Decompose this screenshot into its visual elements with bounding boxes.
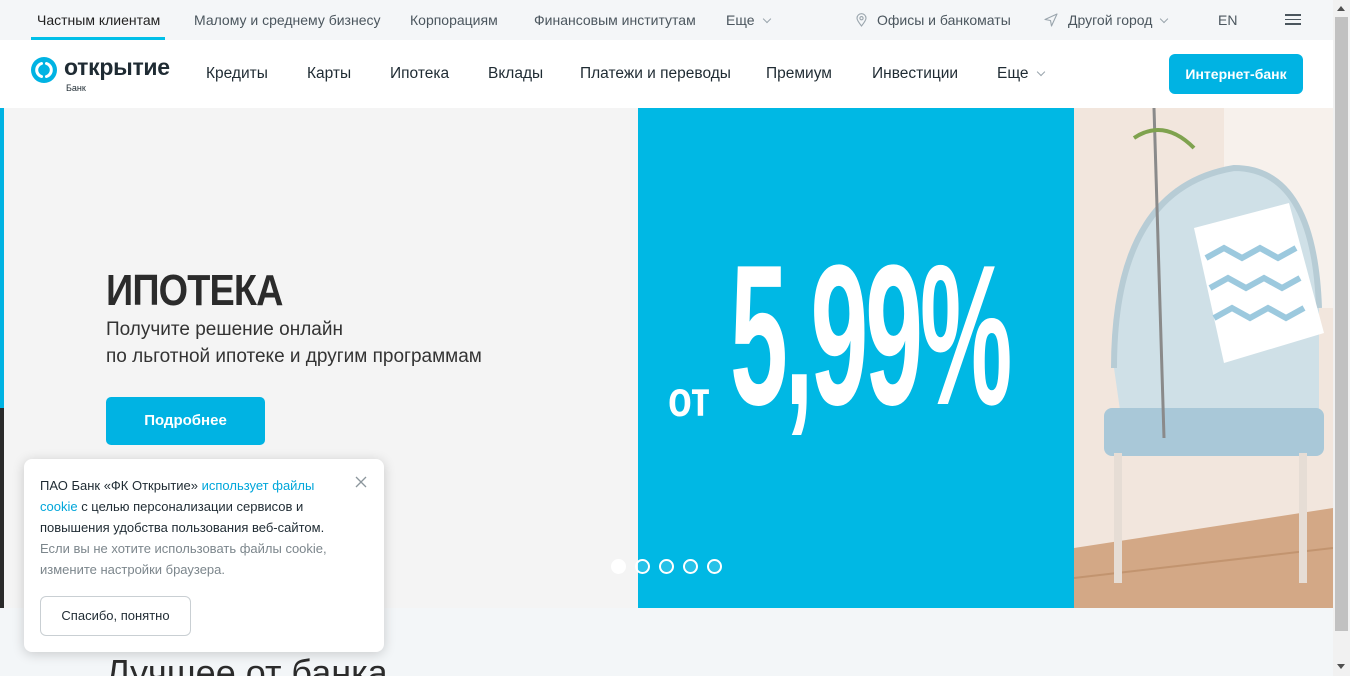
nav-item-premium[interactable]: Премиум: [766, 40, 832, 108]
promo-rate: 5,99%: [730, 224, 1012, 447]
city-selector[interactable]: Другой город: [1044, 0, 1169, 40]
cookie-accept-button[interactable]: Спасибо, понятно: [40, 596, 191, 636]
top-bar: Частным клиентам Малому и среднему бизне…: [0, 0, 1333, 40]
nav-item-deposits[interactable]: Вклады: [488, 40, 543, 108]
segment-financial-institutions[interactable]: Финансовым институтам: [534, 0, 696, 40]
slider-dot[interactable]: [659, 559, 674, 574]
nav-item-investments[interactable]: Инвестиции: [872, 40, 958, 108]
hero-subtitle-line2: по льготной ипотеке и другим программам: [106, 346, 482, 367]
scroll-up-arrow-icon[interactable]: [1337, 6, 1345, 11]
nav-item-mortgage[interactable]: Ипотека: [390, 40, 449, 108]
chevron-down-icon: [1036, 67, 1045, 77]
cookie-message: ПАО Банк «ФК Открытие» использует файлы …: [40, 475, 345, 580]
slider-dot[interactable]: [635, 559, 650, 574]
city-label: Другой город: [1068, 12, 1153, 28]
slider-dots: [611, 559, 731, 574]
navigation-arrow-icon: [1044, 13, 1058, 27]
logo-subtitle: Банк: [66, 83, 86, 93]
logo-mark-icon: [31, 57, 57, 83]
segment-small-business[interactable]: Малому и среднему бизнесу: [194, 0, 381, 40]
slider-dot[interactable]: [611, 559, 626, 574]
offices-link[interactable]: Офисы и банкоматы: [856, 0, 1011, 40]
hero-edge-dark: [0, 408, 4, 608]
hero-title: ИПОТЕКА: [106, 266, 283, 315]
segment-private-clients[interactable]: Частным клиентам: [30, 0, 166, 40]
interior-photo: [1074, 108, 1333, 608]
slider-dot[interactable]: [683, 559, 698, 574]
promo-prefix: от: [668, 371, 710, 427]
cookie-text-part2: с целью персонализации сервисов и повыше…: [40, 499, 325, 535]
segment-more-label: Еще: [726, 12, 755, 28]
promo-rate-panel: от 5,99%: [638, 108, 1074, 608]
nav-item-credits[interactable]: Кредиты: [206, 40, 268, 108]
nav-item-payments[interactable]: Платежи и переводы: [580, 40, 731, 108]
language-switch[interactable]: EN: [1218, 0, 1237, 40]
chevron-down-icon: [762, 14, 771, 24]
internet-bank-button[interactable]: Интернет-банк: [1169, 54, 1303, 94]
nav-item-cards[interactable]: Карты: [307, 40, 351, 108]
logo-wordmark: открытие: [64, 54, 170, 80]
nav-item-more[interactable]: Еще: [997, 40, 1045, 108]
scroll-down-arrow-icon[interactable]: [1337, 664, 1345, 669]
scrollbar-thumb[interactable]: [1335, 17, 1348, 631]
segment-more[interactable]: Еще: [726, 0, 771, 40]
logo[interactable]: открытие Банк: [30, 54, 180, 96]
slider-dot[interactable]: [707, 559, 722, 574]
cookie-banner: ПАО Банк «ФК Открытие» использует файлы …: [24, 459, 384, 652]
chevron-down-icon: [1160, 14, 1169, 24]
main-nav: открытие Банк Кредиты Карты Ипотека Вкла…: [0, 40, 1333, 108]
more-details-button[interactable]: Подробнее: [106, 397, 265, 445]
close-icon[interactable]: [354, 475, 368, 489]
segment-corporations[interactable]: Корпорациям: [410, 0, 498, 40]
cookie-text-part1: ПАО Банк «ФК Открытие»: [40, 478, 202, 493]
section-title: Лучшее от банка: [106, 652, 388, 676]
scrollbar[interactable]: [1333, 0, 1350, 676]
nav-more-label: Еще: [997, 65, 1029, 82]
location-pin-icon: [856, 13, 867, 27]
interior-illustration: [1074, 108, 1333, 608]
hero-subtitle: Получите решение онлайн по льготной ипот…: [106, 316, 546, 370]
offices-label: Офисы и банкоматы: [877, 12, 1011, 28]
cookie-text-muted: Если вы не хотите использовать файлы coo…: [40, 541, 327, 577]
hero-subtitle-line1: Получите решение онлайн: [106, 319, 343, 340]
menu-icon[interactable]: [1285, 14, 1301, 25]
